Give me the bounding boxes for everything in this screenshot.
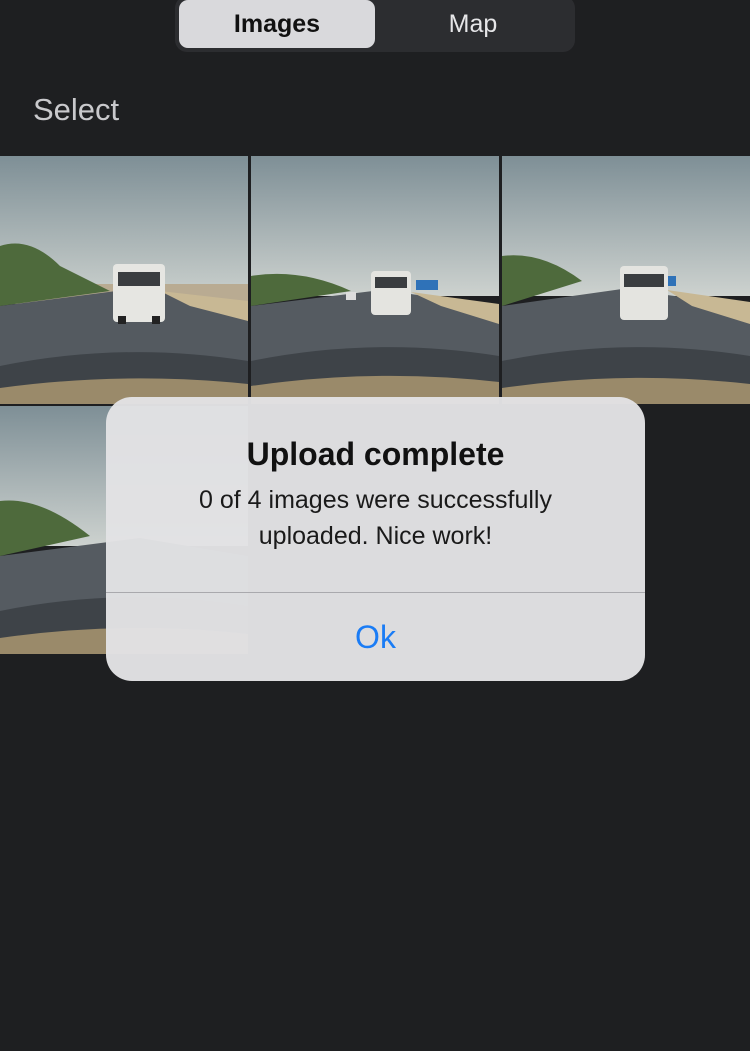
road-photo-icon (251, 156, 499, 404)
alert-title: Upload complete (246, 436, 505, 472)
screen: Images Map Select Upload complete 0 of 4… (0, 0, 750, 1051)
photo-thumbnail[interactable] (502, 156, 750, 404)
tab-images[interactable]: Images (179, 0, 375, 48)
photo-thumbnail[interactable] (251, 156, 499, 404)
ok-button[interactable]: Ok (106, 593, 645, 681)
photo-thumbnail[interactable] (0, 156, 248, 404)
road-photo-icon (0, 156, 248, 404)
tab-map[interactable]: Map (375, 0, 571, 48)
road-photo-icon (502, 156, 750, 404)
upload-complete-alert: Upload complete 0 of 4 images were succe… (106, 397, 645, 681)
alert-message: 0 of 4 images were successfully uploaded… (199, 486, 552, 550)
view-switcher: Images Map (175, 0, 575, 52)
select-button[interactable]: Select (33, 92, 119, 128)
